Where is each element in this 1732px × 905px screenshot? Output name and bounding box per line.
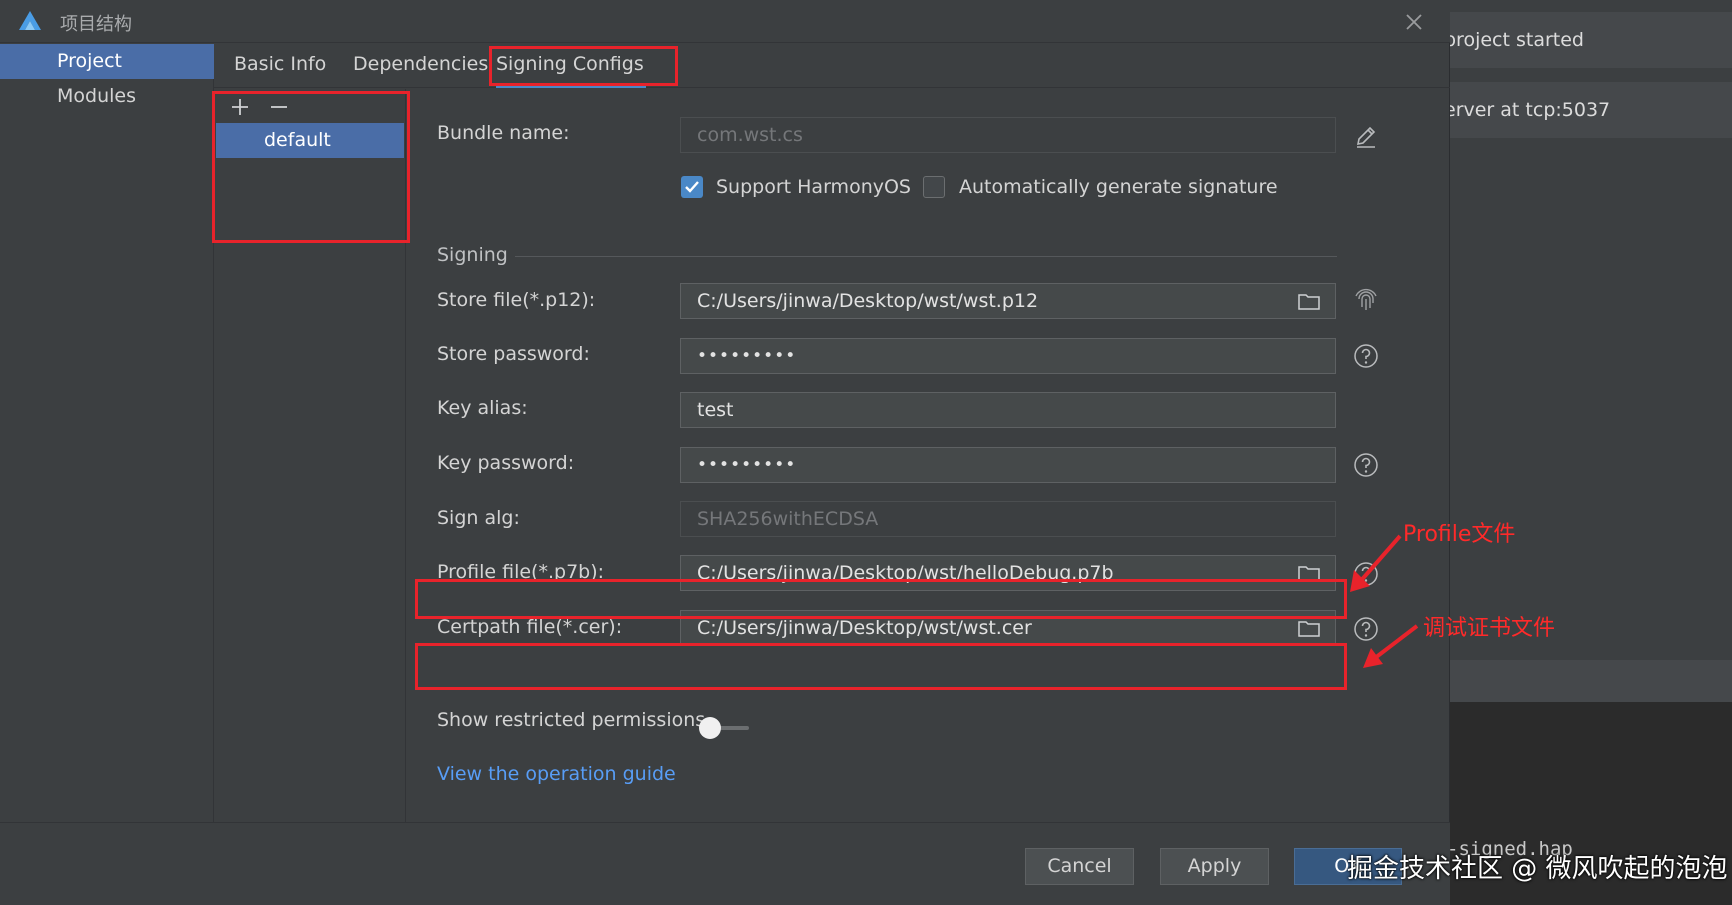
signing-form: Bundle name: com.wst.cs Support HarmonyO…: [407, 89, 1450, 822]
support-harmonyos-label: Support HarmonyOS: [716, 176, 911, 198]
watermark: 掘金技术社区 @ 微风吹起的泡泡: [1347, 854, 1728, 884]
folder-icon[interactable]: [1296, 560, 1322, 586]
key-password-field[interactable]: •••••••••: [680, 447, 1336, 483]
key-password-label: Key password:: [437, 452, 575, 474]
annotation-cert: 调试证书文件: [1423, 616, 1556, 641]
cancel-button[interactable]: Cancel: [1025, 848, 1134, 885]
profile-file-field[interactable]: C:/Users/jinwa/Desktop/wst/helloDebug.p7…: [680, 555, 1336, 591]
help-icon[interactable]: [1352, 560, 1380, 588]
signing-config-list: default: [214, 89, 406, 822]
certpath-file-field[interactable]: C:/Users/jinwa/Desktop/wst/wst.cer: [680, 610, 1336, 646]
store-password-field[interactable]: •••••••••: [680, 338, 1336, 374]
app-logo-icon: [19, 11, 41, 30]
folder-icon[interactable]: [1296, 288, 1322, 314]
dialog-title: 项目结构: [60, 14, 132, 35]
help-icon[interactable]: [1352, 451, 1380, 479]
store-file-label: Store file(*.p12):: [437, 289, 596, 311]
dialog-titlebar: 项目结构: [0, 0, 1450, 43]
key-alias-field[interactable]: test: [680, 392, 1336, 428]
close-icon[interactable]: [1402, 10, 1426, 34]
sign-alg-field[interactable]: SHA256withECDSA: [680, 501, 1336, 537]
log-line: erver at tcp:5037: [1450, 82, 1732, 138]
log-line: project started: [1450, 12, 1732, 68]
bundle-name-label: Bundle name:: [437, 122, 570, 144]
sign-alg-label: Sign alg:: [437, 507, 520, 529]
plus-icon[interactable]: [228, 95, 252, 119]
nav-item-modules[interactable]: Modules: [0, 79, 214, 114]
auto-signature-label: Automatically generate signature: [959, 176, 1278, 198]
auto-signature-checkbox[interactable]: [923, 176, 945, 198]
show-restricted-toggle[interactable]: [699, 717, 751, 739]
config-item-default[interactable]: default: [216, 123, 404, 158]
left-navigation: Project Modules: [0, 44, 214, 822]
tab-basic-info[interactable]: Basic Info: [234, 44, 326, 88]
folder-icon[interactable]: [1296, 615, 1322, 641]
store-file-field[interactable]: C:/Users/jinwa/Desktop/wst/wst.p12: [680, 283, 1336, 319]
log-text: project started: [1450, 29, 1584, 51]
annotation-profile: Profile文件: [1403, 522, 1516, 547]
edit-icon[interactable]: [1352, 123, 1380, 151]
fingerprint-icon[interactable]: [1352, 287, 1380, 315]
minus-icon[interactable]: [267, 95, 291, 119]
certpath-file-label: Certpath file(*.cer):: [437, 616, 623, 638]
key-alias-label: Key alias:: [437, 397, 528, 419]
store-password-label: Store password:: [437, 343, 590, 365]
nav-item-project[interactable]: Project: [0, 44, 214, 79]
section-divider: [515, 256, 1337, 257]
screenshot-root: project started erver at tcp:5037 -signe…: [0, 0, 1732, 905]
ide-band: [1450, 660, 1732, 702]
tab-dependencies[interactable]: Dependencies: [353, 44, 488, 88]
toggle-knob: [699, 717, 721, 739]
show-restricted-label: Show restricted permissions: [437, 709, 706, 731]
tab-bar: Basic Info Dependencies Signing Configs: [214, 44, 1450, 88]
project-structure-dialog: 项目结构 Project Modules Basic Info Dependen…: [0, 0, 1450, 905]
profile-file-label: Profile file(*.p7b):: [437, 561, 605, 583]
apply-button[interactable]: Apply: [1160, 848, 1269, 885]
check-icon: [685, 181, 699, 193]
help-icon[interactable]: [1352, 615, 1380, 643]
operation-guide-link[interactable]: View the operation guide: [437, 763, 676, 785]
bundle-name-field[interactable]: com.wst.cs: [680, 117, 1336, 153]
signing-section-title: Signing: [437, 244, 508, 266]
support-harmonyos-checkbox[interactable]: [681, 176, 703, 198]
help-icon[interactable]: [1352, 342, 1380, 370]
dialog-footer: Cancel Apply OK: [0, 822, 1450, 905]
tab-signing-configs[interactable]: Signing Configs: [496, 44, 646, 88]
log-text: erver at tcp:5037: [1450, 99, 1611, 121]
